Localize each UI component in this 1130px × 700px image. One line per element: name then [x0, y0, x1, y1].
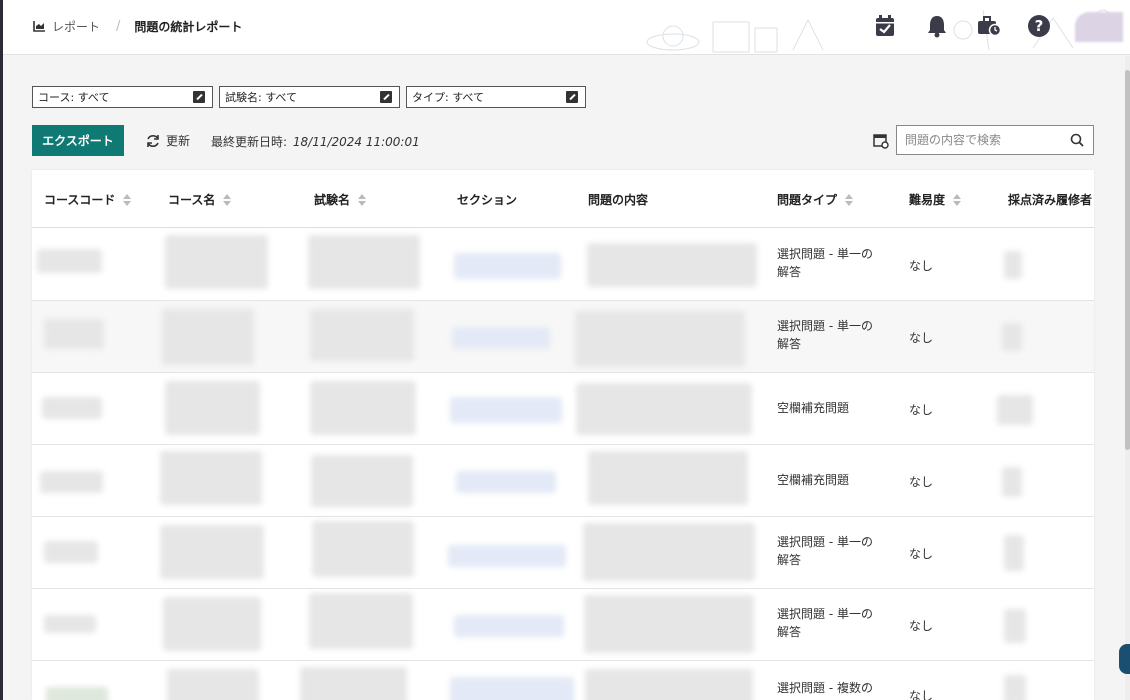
column-header-section: セクション	[457, 193, 518, 207]
exam-filter[interactable]: 試験名: すべて	[219, 86, 400, 108]
svg-text:?: ?	[1035, 17, 1044, 35]
bell-icon[interactable]	[924, 13, 950, 39]
column-header-difficulty[interactable]: 難易度	[909, 191, 962, 208]
page-title: 問題の統計レポート	[134, 20, 243, 34]
question-type-cell: 空欄補充問題	[777, 473, 850, 487]
table-row[interactable]: 選択問題 - 単一の 解答 なし	[32, 301, 1094, 373]
top-header: レポート / 問題の統計レポート ?	[3, 0, 1130, 55]
question-type-cell: 選択問題 - 単一の 解答	[777, 247, 873, 279]
last-updated-label: 最終更新日時:	[211, 135, 288, 149]
difficulty-cell: なし	[909, 331, 934, 345]
column-header-course-name[interactable]: コース名	[168, 191, 232, 208]
avatar[interactable]	[1075, 12, 1123, 42]
breadcrumb-reports-label: レポート	[52, 20, 101, 34]
column-settings-icon[interactable]	[873, 133, 889, 149]
sort-icon	[845, 193, 854, 206]
edit-icon	[566, 91, 578, 103]
breadcrumb-reports-link[interactable]: レポート	[33, 18, 100, 35]
column-header-graded-learners: 採点済み履修者	[1008, 193, 1093, 207]
table-header: コースコード コース名 試験名 セクション 問題の内容 問題タイプ 難易度 採点…	[32, 170, 1094, 228]
sort-icon	[953, 193, 962, 206]
help-icon[interactable]: ?	[1026, 13, 1052, 39]
refresh-label: 更新	[166, 134, 191, 148]
last-updated: 最終更新日時: 18/11/2024 11:00:01	[211, 133, 420, 150]
breadcrumb-separator: /	[116, 19, 121, 34]
difficulty-cell: なし	[909, 403, 934, 417]
exam-filter-label: 試験名: すべて	[225, 91, 297, 104]
chat-widget-button[interactable]	[1119, 644, 1130, 674]
difficulty-cell: なし	[909, 547, 934, 561]
table-row[interactable]: 空欄補充問題 なし	[32, 373, 1094, 445]
question-type-cell: 選択問題 - 単一の 解答	[777, 535, 873, 567]
scrollbar-thumb[interactable]	[1125, 70, 1130, 450]
course-filter[interactable]: コース: すべて	[32, 86, 213, 108]
column-header-question-content: 問題の内容	[588, 193, 649, 207]
last-updated-value: 18/11/2024 11:00:01	[292, 135, 420, 149]
chart-icon	[33, 21, 45, 32]
table-row[interactable]: 空欄補充問題 なし	[32, 445, 1094, 517]
difficulty-cell: なし	[909, 475, 934, 489]
column-header-question-type[interactable]: 問題タイプ	[777, 191, 854, 208]
question-type-cell: 空欄補充問題	[777, 401, 850, 415]
type-filter-label: タイプ: すべて	[412, 91, 484, 104]
search-input[interactable]	[897, 133, 1062, 147]
table-row[interactable]: 選択問題 - 複数の なし	[32, 661, 1094, 700]
report-table: コースコード コース名 試験名 セクション 問題の内容 問題タイプ 難易度 採点…	[32, 170, 1094, 700]
briefcase-clock-icon[interactable]	[976, 13, 1002, 39]
table-row[interactable]: 選択問題 - 単一の 解答 なし	[32, 229, 1094, 301]
edit-icon	[193, 91, 205, 103]
search-icon[interactable]	[1070, 133, 1084, 147]
column-header-exam-name[interactable]: 試験名	[314, 191, 367, 208]
difficulty-cell: なし	[909, 259, 934, 273]
difficulty-cell: なし	[909, 689, 934, 700]
calendar-check-icon[interactable]	[872, 13, 898, 39]
table-row[interactable]: 選択問題 - 単一の 解答 なし	[32, 589, 1094, 661]
refresh-button[interactable]: 更新	[146, 132, 190, 149]
column-header-course-code[interactable]: コースコード	[44, 191, 132, 208]
course-filter-label: コース: すべて	[38, 91, 110, 104]
window-edge	[0, 0, 3, 700]
search-box	[896, 125, 1094, 155]
question-type-cell: 選択問題 - 単一の 解答	[777, 607, 873, 639]
question-type-cell: 選択問題 - 複数の	[777, 681, 873, 695]
breadcrumb: レポート / 問題の統計レポート	[33, 18, 242, 35]
question-type-cell: 選択問題 - 単一の 解答	[777, 319, 873, 351]
table-row[interactable]: 選択問題 - 単一の 解答 なし	[32, 517, 1094, 589]
type-filter[interactable]: タイプ: すべて	[406, 86, 586, 108]
sort-icon	[358, 193, 367, 206]
export-button[interactable]: エクスポート	[32, 125, 124, 156]
sort-icon	[223, 193, 232, 206]
sort-icon	[123, 193, 132, 206]
difficulty-cell: なし	[909, 619, 934, 633]
refresh-icon	[147, 134, 159, 147]
edit-icon	[380, 91, 392, 103]
